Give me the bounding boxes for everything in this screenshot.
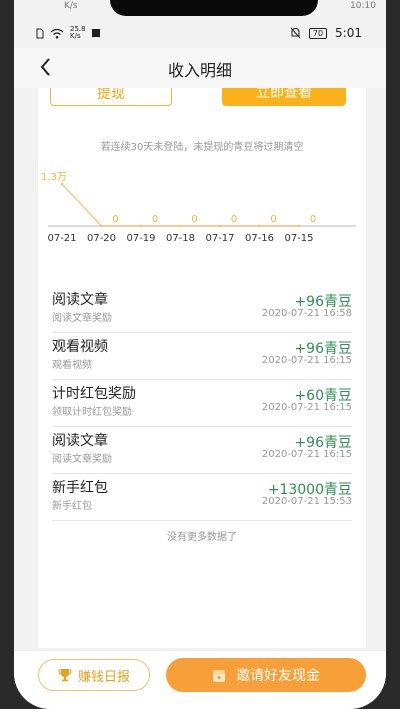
- record-subtitle: 观看视频: [52, 360, 92, 371]
- chart-point: [60, 182, 64, 186]
- camera-notch: [110, 0, 318, 16]
- chart-data-label: 1.3万: [41, 172, 67, 183]
- record-subtitle: 阅读文章奖励: [52, 454, 112, 465]
- income-record-row: 观看视频 观看视频 +96青豆 2020-07-21 16:15: [52, 333, 352, 380]
- chart-x-tick-label: 07-20: [87, 233, 116, 244]
- record-time: 2020-07-21 16:15: [261, 355, 352, 366]
- sim-card-icon: [36, 28, 44, 38]
- earnings-daily-report-button[interactable]: 赚钱日报: [38, 659, 150, 691]
- record-time: 2020-07-21 16:58: [261, 308, 352, 319]
- chart-x-tick-label: 07-21: [47, 233, 76, 244]
- income-record-list: 阅读文章 阅读文章奖励 +96青豆 2020-07-21 16:58 观看视频 观看视频 +…: [52, 286, 352, 521]
- record-title: 观看视频: [52, 339, 108, 355]
- chart-point: [139, 224, 143, 228]
- record-title: 计时红包奖励: [52, 386, 136, 402]
- no-more-data-text: 没有更多数据了: [167, 532, 237, 543]
- chart-x-tick-label: 07-19: [126, 233, 155, 244]
- battery-indicator: 70: [308, 27, 328, 39]
- chart-data-label: 0: [191, 214, 197, 225]
- navigation-bar: 收入明细: [14, 48, 386, 88]
- income-line-chart: 1.3万 07-21 0 07-20 0 07-19 0 07-18 0 07-17 0 07-16 0…: [41, 172, 356, 244]
- record-time: 2020-07-21 16:15: [261, 402, 352, 413]
- record-subtitle: 新手红包: [52, 501, 92, 512]
- wifi-icon: [50, 28, 64, 39]
- chart-data-label: 0: [112, 214, 118, 225]
- chart-point: [297, 224, 301, 228]
- chart-x-tick-label: 07-15: [284, 233, 313, 244]
- withdraw-button[interactable]: 提现: [50, 88, 172, 106]
- chart-x-tick-label: 07-18: [166, 233, 195, 244]
- page-title: 收入明细: [167, 61, 232, 80]
- income-detail-content: 提现 立即查看 若连续30天未登陆，未提现的青豆将过期清空 1.3万 07-21 0…: [38, 88, 366, 648]
- trophy-icon: [58, 669, 72, 682]
- gift-box-icon: [213, 669, 225, 682]
- invite-friends-cash-button[interactable]: 邀请好友现金: [166, 658, 366, 692]
- chart-point: [218, 224, 222, 228]
- income-record-row: 阅读文章 阅读文章奖励 +96青豆 2020-07-21 16:58: [52, 286, 352, 333]
- chart-data-label: 0: [270, 214, 276, 225]
- chart-data-label: 0: [231, 214, 237, 225]
- phone-screen: K/s 10:10 25.8 K/s 70 5:01 收入明细 提现 立即查看 …: [14, 0, 386, 709]
- network-speed: 25.8 K/s: [70, 26, 86, 40]
- income-record-row: 新手红包 新手红包 +13000青豆 2020-07-21 15:53: [52, 474, 352, 521]
- record-time: 2020-07-21 15:53: [261, 496, 352, 507]
- expiry-notice: 若连续30天未登陆，未提现的青豆将过期清空: [100, 142, 304, 153]
- chart-point: [179, 224, 182, 228]
- chart-data-label: 0: [310, 214, 316, 225]
- status-bar: 25.8 K/s 70 5:01: [14, 22, 386, 46]
- daily-report-label: 赚钱日报: [77, 669, 130, 685]
- invite-label: 邀请好友现金: [236, 668, 320, 684]
- chart-point: [100, 224, 103, 228]
- record-time: 2020-07-21 16:15: [261, 449, 352, 460]
- record-subtitle: 领取计时红包奖励: [52, 407, 132, 418]
- record-title: 新手红包: [52, 480, 108, 496]
- chart-data-label: 0: [152, 214, 158, 225]
- status-time: 5:01: [335, 26, 362, 40]
- record-title: 阅读文章: [52, 292, 108, 308]
- bell-off-icon: [290, 27, 301, 39]
- chart-series-line: [61, 183, 299, 227]
- speed-unit: K/s: [70, 32, 81, 40]
- chart-x-tick-label: 07-16: [245, 233, 274, 244]
- faint-clock: 10:10: [350, 1, 376, 11]
- bottom-action-bar: 赚钱日报 邀请好友现金: [14, 650, 386, 709]
- chart-point: [258, 224, 261, 228]
- notification-square-icon: [91, 29, 100, 37]
- faint-speed-unit: K/s: [64, 1, 78, 11]
- chart-x-tick-label: 07-17: [205, 233, 234, 244]
- income-record-row: 计时红包奖励 领取计时红包奖励 +60青豆 2020-07-21 16:15: [52, 380, 352, 427]
- record-title: 阅读文章: [52, 433, 108, 449]
- income-record-row: 阅读文章 阅读文章奖励 +96青豆 2020-07-21 16:15: [52, 427, 352, 474]
- record-subtitle: 阅读文章奖励: [52, 313, 112, 324]
- view-now-button[interactable]: 立即查看: [222, 88, 346, 106]
